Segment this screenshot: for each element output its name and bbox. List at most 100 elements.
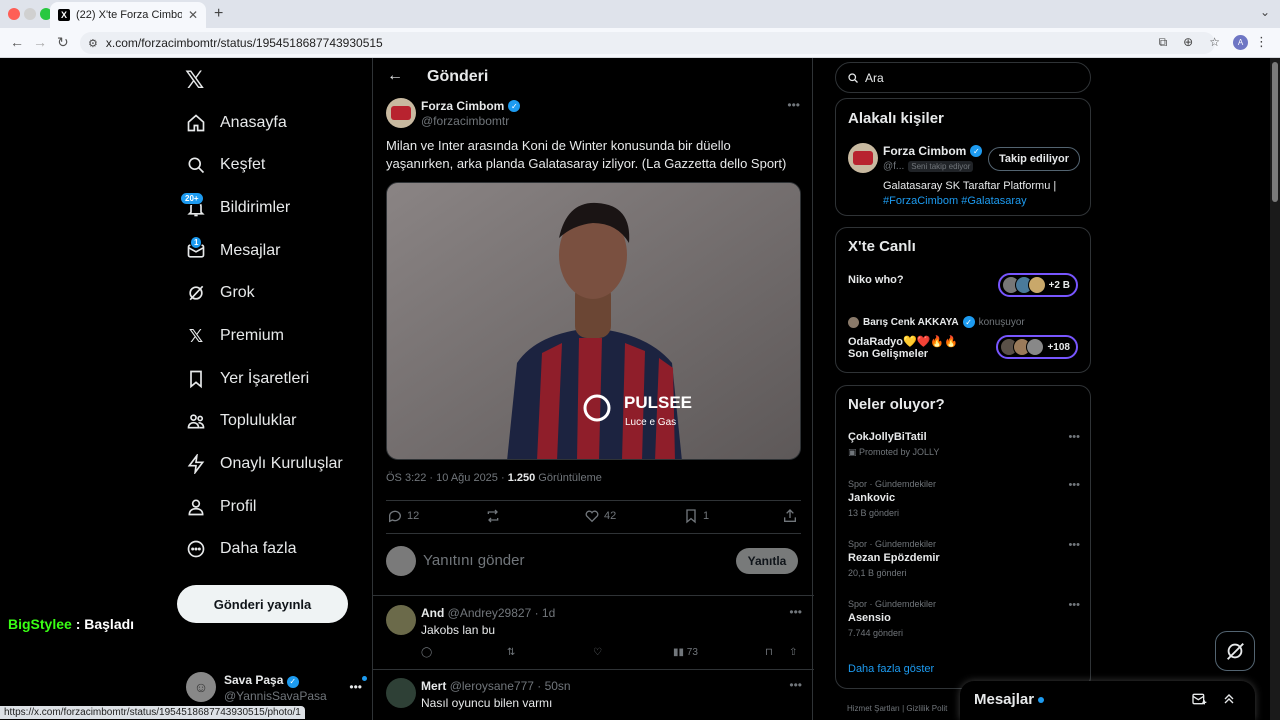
comment-text: Nasıl oyuncu bilen varmı <box>421 696 553 710</box>
heart-icon[interactable]: ♡ <box>593 647 602 658</box>
post-button[interactable]: Gönderi yayınla <box>177 585 348 623</box>
tab-search-chevron-icon[interactable]: ⌄ <box>1260 5 1270 19</box>
nav-item-more[interactable]: Daha fazla <box>186 530 297 568</box>
like-action[interactable]: 42 <box>584 508 616 524</box>
bookmark-star-icon[interactable]: ☆ <box>1209 35 1220 50</box>
verified-badge-icon: ✓ <box>286 675 299 688</box>
close-tab-icon[interactable]: ✕ <box>188 8 198 22</box>
repost-action[interactable] <box>485 508 501 524</box>
nav-item-label: Daha fazla <box>220 540 297 557</box>
following-button[interactable]: Takip ediliyor <box>988 147 1080 171</box>
author-name[interactable]: Forza Cimbom ✓ <box>421 99 521 113</box>
close-window-button[interactable] <box>8 8 20 20</box>
bookmark-icon[interactable]: ⊓ <box>765 647 773 658</box>
tab-title: (22) X'te Forza Cimbom: "Mi... <box>76 9 182 21</box>
page-scrollbar[interactable] <box>1270 58 1280 720</box>
nav-item-profile[interactable]: Profil <box>186 488 256 526</box>
share-icon[interactable]: ⇧ <box>789 647 797 658</box>
messages-drawer[interactable]: Mesajlar <box>960 681 1255 720</box>
minimize-window-button[interactable] <box>24 8 36 20</box>
new-tab-button[interactable]: + <box>214 5 223 23</box>
drawer-title: Mesajlar <box>974 691 1045 708</box>
back-icon[interactable]: ← <box>10 34 24 50</box>
nav-item-label: Grok <box>220 284 255 301</box>
trend-more-icon[interactable]: ••• <box>1068 479 1080 491</box>
views-icon[interactable]: ▮▮ 73 <box>673 647 698 658</box>
nav-item-grok[interactable]: Grok <box>186 274 255 312</box>
promoted-label: ▣ Promoted by JOLLY <box>848 447 940 457</box>
expand-drawer-icon[interactable] <box>1221 691 1237 707</box>
live-space-title[interactable]: OdaRadyo💛❤️🔥🔥 Son Gelişmeler <box>848 335 958 360</box>
tweet-more-icon[interactable]: ••• <box>787 98 800 112</box>
search-input[interactable]: Ara <box>835 62 1091 93</box>
browser-menu-icon[interactable]: ⋮ <box>1255 34 1268 50</box>
browser-toolbar-icons: ⧉ ⊕ ☆ <box>1159 35 1220 50</box>
author-avatar[interactable] <box>386 98 416 128</box>
live-listeners[interactable]: +108 <box>996 335 1078 359</box>
divider <box>386 500 801 501</box>
trend-item[interactable]: Spor · Gündemdekiler Asensio 7.744 gönde… <box>848 599 1080 638</box>
reply-input[interactable]: Yanıtını gönder <box>423 552 524 569</box>
live-listeners[interactable]: +2 B <box>997 273 1078 297</box>
comment-more-icon[interactable]: ••• <box>789 605 802 619</box>
reply-action[interactable]: 12 <box>387 508 419 524</box>
scrollbar-thumb[interactable] <box>1272 62 1278 202</box>
search-icon <box>848 72 858 83</box>
comment-item[interactable]: And @Andrey29827 · 1d Jakobs lan bu ••• … <box>373 605 814 669</box>
commenter-avatar[interactable] <box>386 678 416 708</box>
nav-item-bookmarks[interactable]: Yer İşaretleri <box>186 360 309 398</box>
nav-item-premium[interactable]: 𝕏 Premium <box>186 317 284 355</box>
comment-item[interactable]: Mert @leroysane777 · 50sn Nasıl oyuncu b… <box>373 678 814 720</box>
bookmark-action[interactable]: 1 <box>683 508 709 524</box>
trend-item[interactable]: ÇokJollyBiTatil ▣ Promoted by JOLLY ••• <box>848 431 1080 458</box>
account-switcher[interactable]: ☺ Sava Paşa ✓ @YannisSavaPasa ••• <box>186 670 372 710</box>
trend-more-icon[interactable]: ••• <box>1068 539 1080 551</box>
related-name[interactable]: Forza Cimbom ✓ <box>883 144 983 158</box>
nav-item-verified-orgs[interactable]: Onaylı Kuruluşlar <box>186 445 343 483</box>
show-more-link[interactable]: Daha fazla göster <box>848 663 934 675</box>
repost-icon[interactable]: ⇅ <box>507 647 515 658</box>
trend-more-icon[interactable]: ••• <box>1068 431 1080 443</box>
new-message-icon[interactable] <box>1191 691 1207 707</box>
url-field[interactable]: ⚙ x.com/forzacimbomtr/status/19545186877… <box>80 32 1215 54</box>
commenter-avatar[interactable] <box>386 605 416 635</box>
nav-item-label: Premium <box>220 327 285 344</box>
card-title: Alakalı kişiler <box>848 110 944 127</box>
profile-avatar[interactable]: A <box>1233 35 1248 50</box>
stream-overlay-text: BigStylee : Başladı <box>8 616 135 632</box>
trend-more-icon[interactable]: ••• <box>1068 599 1080 611</box>
reload-icon[interactable]: ↻ <box>57 34 69 51</box>
url-text: x.com/forzacimbomtr/status/1954518687743… <box>105 36 383 50</box>
related-avatar[interactable] <box>848 143 878 173</box>
unread-dot <box>362 676 367 681</box>
nav-item-notifications[interactable]: 20+ Bildirimler <box>180 189 290 227</box>
trend-item[interactable]: Spor · Gündemdekiler Jankovic 13 B gönde… <box>848 479 1080 518</box>
footer-links[interactable]: Hizmet Şartları | Gizlilik Polit <box>847 704 947 713</box>
x-logo-icon[interactable]: 𝕏 <box>185 66 204 95</box>
reply-icon[interactable]: ◯ <box>421 647 432 658</box>
zoom-icon[interactable]: ⊕ <box>1183 35 1193 50</box>
trend-item[interactable]: Spor · Gündemdekiler Rezan Epözdemir 20,… <box>848 539 1080 578</box>
author-handle[interactable]: @forzacimbomtr <box>421 114 509 128</box>
divider <box>373 669 814 670</box>
tweet-photo[interactable]: PULSEE Luce e Gas <box>386 182 801 460</box>
site-info-icon[interactable]: ⚙ <box>88 37 98 50</box>
nav-item-communities[interactable]: Topluluklar <box>186 402 296 440</box>
comment-actions: ◯ ⇅ ♡ ▮▮ 73 ⊓ ⇧ <box>421 647 801 661</box>
reply-button[interactable]: Yanıtla <box>736 548 798 574</box>
back-arrow-icon[interactable]: ← <box>387 67 403 85</box>
nav-item-home[interactable]: Anasayfa <box>186 104 287 142</box>
forward-icon[interactable]: → <box>33 34 47 50</box>
browser-tab[interactable]: X (22) X'te Forza Cimbom: "Mi... ✕ <box>50 2 206 28</box>
left-sidebar: 𝕏 Anasayfa Keşfet 20+ Bildirimler 1 Mesa… <box>176 58 372 720</box>
nav-item-explore[interactable]: Keşfet <box>186 146 265 184</box>
share-action[interactable] <box>782 508 798 524</box>
live-space-title[interactable]: Niko who? <box>848 274 904 286</box>
account-more-icon[interactable]: ••• <box>349 680 362 694</box>
nav-item-messages[interactable]: 1 Mesajlar <box>186 232 280 270</box>
comment-more-icon[interactable]: ••• <box>789 678 802 692</box>
browser-tabbar: X (22) X'te Forza Cimbom: "Mi... ✕ + ⌄ <box>0 0 1280 28</box>
grok-floating-button[interactable] <box>1215 631 1255 671</box>
install-app-icon[interactable]: ⧉ <box>1159 35 1168 50</box>
bio-hashtags[interactable]: #ForzaCimbom #Galatasaray <box>883 195 1027 207</box>
